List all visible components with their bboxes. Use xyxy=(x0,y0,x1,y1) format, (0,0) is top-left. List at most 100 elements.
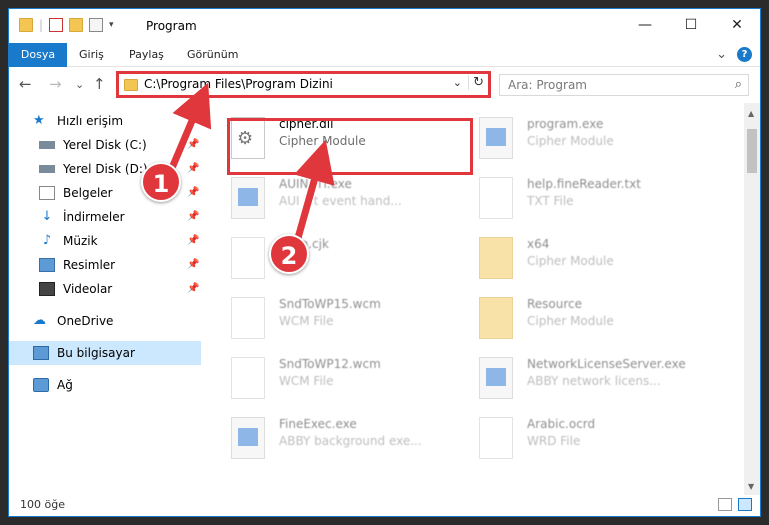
sidebar-item-quick-access[interactable]: ★ Hızlı erişim xyxy=(33,109,123,133)
file-name: Resource xyxy=(527,297,583,311)
maximize-button[interactable]: ☐ xyxy=(668,9,714,41)
address-dropdown-icon[interactable]: ⌄ xyxy=(453,76,462,89)
tab-share[interactable]: Paylaş xyxy=(129,43,164,67)
large-icons-view-icon[interactable] xyxy=(738,498,752,511)
new-folder-icon[interactable] xyxy=(69,18,84,32)
folder-icon xyxy=(124,79,138,91)
toolbar-dropdown-icon[interactable]: ▾ xyxy=(109,20,114,30)
pin-icon: 📌 xyxy=(187,187,200,198)
list-item[interactable]: Resource Cipher Module xyxy=(473,291,713,347)
file-type: WRD File xyxy=(527,434,581,448)
sidebar-item-documents[interactable]: Belgeler xyxy=(39,181,113,205)
sidebar-item-downloads[interactable]: ↓ İndirmeler xyxy=(39,205,125,229)
search-box[interactable]: Ara: Program ⌕ xyxy=(499,74,749,96)
sidebar-item-label: Hızlı erişim xyxy=(57,114,124,128)
scroll-down-icon[interactable]: ▼ xyxy=(748,482,754,491)
text-file-icon xyxy=(479,177,513,219)
file-type: Cipher Module xyxy=(527,134,614,148)
list-item[interactable]: NetworkLicenseServer.exe ABBY network li… xyxy=(473,351,713,407)
exe-file-icon xyxy=(479,117,513,159)
list-item[interactable]: SndToWP12.wcm WCM File xyxy=(225,351,465,407)
drive-icon xyxy=(39,141,55,149)
sidebar-item-onedrive[interactable]: ☁ OneDrive xyxy=(33,309,113,333)
sidebar-item-music[interactable]: ♪ Müzik xyxy=(39,229,98,253)
list-item[interactable]: Arabic.ocrd WRD File xyxy=(473,411,713,467)
list-item[interactable]: program.exe Cipher Module xyxy=(473,111,713,167)
search-icon: ⌕ xyxy=(734,77,742,92)
list-item[interactable]: AUINSTl.exe AUI kit event hand... xyxy=(225,171,465,227)
list-item[interactable]: help.fineReader.txt TXT File xyxy=(473,171,713,227)
file-name: FineExec.exe xyxy=(279,417,357,431)
sidebar-item-label: Ağ xyxy=(57,378,73,392)
minimize-button[interactable]: — xyxy=(622,9,668,41)
address-bar[interactable]: C:\Program Files\Program Dizini ⌄ ↻ xyxy=(116,71,491,98)
tab-file[interactable]: Dosya xyxy=(9,43,67,67)
music-icon: ♪ xyxy=(42,233,52,248)
window-title: Program xyxy=(146,19,197,33)
sidebar-item-label: Videolar xyxy=(63,282,113,296)
sidebar-item-label: Belgeler xyxy=(63,186,113,200)
file-name: Arabic.ocrd xyxy=(527,417,596,431)
scrollbar-thumb[interactable] xyxy=(747,129,757,173)
scroll-up-icon[interactable]: ▲ xyxy=(748,109,754,118)
pin-icon: 📌 xyxy=(187,139,200,150)
list-item[interactable]: chen.cjk File xyxy=(225,231,465,287)
tab-view[interactable]: Görünüm xyxy=(187,43,238,67)
sidebar-item-videos[interactable]: Videolar xyxy=(39,277,112,301)
step-2-callout: 2 xyxy=(269,234,309,274)
file-icon xyxy=(479,417,513,459)
sidebar-item-label: Yerel Disk (D:) xyxy=(63,162,148,176)
sidebar-item-pictures[interactable]: Resimler xyxy=(39,253,115,277)
sidebar-item-this-pc[interactable]: Bu bilgisayar xyxy=(9,341,201,365)
sidebar-item-label: Bu bilgisayar xyxy=(57,346,135,360)
details-view-icon[interactable] xyxy=(718,498,732,511)
vertical-scrollbar[interactable]: ▲ ▼ xyxy=(744,103,760,495)
search-input[interactable]: Ara: Program xyxy=(508,78,587,92)
exe-file-icon xyxy=(231,417,265,459)
back-button[interactable]: ← xyxy=(19,75,32,93)
cloud-icon: ☁ xyxy=(33,313,46,328)
sidebar-item-network[interactable]: Ağ xyxy=(33,373,73,397)
refresh-button[interactable]: ↻ xyxy=(468,75,484,90)
recent-locations-button[interactable]: ⌄ xyxy=(75,78,84,91)
file-type: Cipher Module xyxy=(527,314,614,328)
address-path[interactable]: C:\Program Files\Program Dizini xyxy=(144,77,333,91)
status-bar: 100 öğe xyxy=(9,495,760,516)
file-type: AUI kit event hand... xyxy=(279,194,402,208)
sidebar-item-local-disk-c[interactable]: Yerel Disk (C:) xyxy=(39,133,147,157)
file-type: Cipher Module xyxy=(527,254,614,268)
file-type: WCM File xyxy=(279,374,334,388)
drive-icon xyxy=(39,165,55,173)
exe-file-icon xyxy=(479,357,513,399)
title-bar: | ▾ Program — ☐ ✕ xyxy=(9,9,760,43)
ribbon-right-controls: ⌄ ? xyxy=(716,47,752,62)
file-name: program.exe xyxy=(527,117,604,131)
list-item[interactable]: FineExec.exe ABBY background exe... xyxy=(225,411,465,467)
customize-toolbar-icon[interactable] xyxy=(89,18,104,32)
file-icon xyxy=(231,357,265,399)
properties-icon[interactable] xyxy=(49,18,64,32)
computer-icon xyxy=(33,346,49,360)
list-item[interactable]: SndToWP15.wcm WCM File xyxy=(225,291,465,347)
help-icon[interactable]: ? xyxy=(737,47,752,62)
forward-button[interactable]: → xyxy=(49,75,62,93)
file-type: WCM File xyxy=(279,314,334,328)
file-icon xyxy=(231,237,265,279)
folder-icon xyxy=(19,18,33,32)
download-icon: ↓ xyxy=(41,209,53,224)
up-button[interactable]: ↑ xyxy=(93,75,106,93)
list-item[interactable]: x64 Cipher Module xyxy=(473,231,713,287)
file-type: ABBY network licens... xyxy=(527,374,661,388)
folder-icon xyxy=(479,237,513,279)
toolbar-divider: | xyxy=(39,18,44,32)
close-button[interactable]: ✕ xyxy=(714,9,760,41)
sidebar-item-local-disk-d[interactable]: Yerel Disk (D:) xyxy=(39,157,148,181)
file-type: TXT File xyxy=(527,194,574,208)
expand-ribbon-icon[interactable]: ⌄ xyxy=(716,47,727,62)
tab-home[interactable]: Giriş xyxy=(79,43,104,67)
sidebar-item-label: Resimler xyxy=(63,258,116,272)
pin-icon: 📌 xyxy=(187,163,200,174)
item-count: 100 öğe xyxy=(20,498,65,511)
file-name: SndToWP15.wcm xyxy=(279,297,381,311)
documents-icon xyxy=(39,186,55,200)
